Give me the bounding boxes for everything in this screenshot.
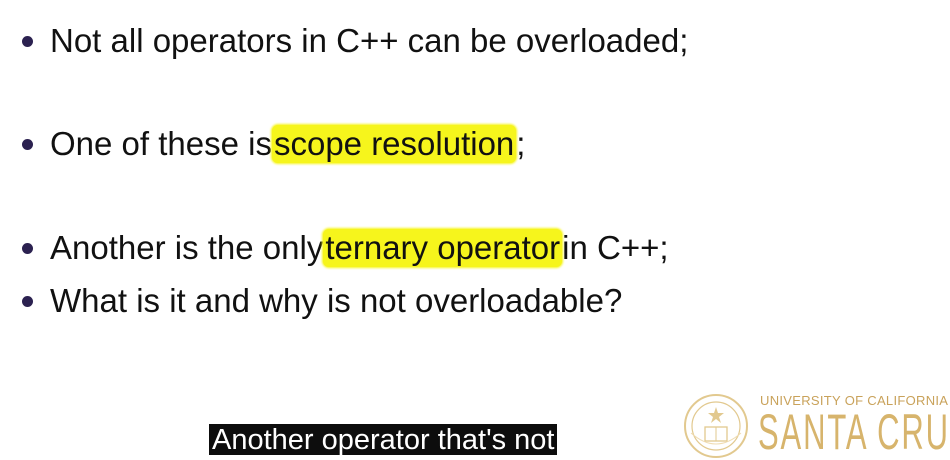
ucsc-logo: UNIVERSITY OF CALIFORNIA SANTA CRUZ xyxy=(683,389,950,460)
highlighted-term: scope resolution xyxy=(271,125,517,163)
bullet-item-1: Not all operators in C++ can be overload… xyxy=(22,22,688,60)
bullet-text-end: in C++; xyxy=(562,229,669,266)
bullet-dot-icon xyxy=(22,35,33,47)
bullet-dot-icon xyxy=(22,295,33,307)
bullet-dot-icon xyxy=(22,138,33,150)
bullet-text: Not all operators in C++ can be overload… xyxy=(50,22,689,59)
bullet-text: One of these is xyxy=(50,125,272,162)
bullet-item-2: One of these is scope resolution ; xyxy=(22,125,525,163)
bullet-item-3: Another is the only ternary operator in … xyxy=(22,229,669,267)
bullet-text-end: ; xyxy=(516,125,526,162)
bullet-dot-icon xyxy=(22,242,33,254)
logo-campus-text: SANTA CRUZ xyxy=(758,404,950,460)
highlighted-term: ternary operator xyxy=(323,229,563,267)
bullet-item-4: What is it and why is not overloadable? xyxy=(22,282,622,320)
uc-seal-icon xyxy=(684,394,748,458)
video-caption: Another operator that's not xyxy=(209,424,558,455)
bullet-text: What is it and why is not overloadable? xyxy=(50,282,623,319)
bullet-text: Another is the only xyxy=(50,229,324,266)
